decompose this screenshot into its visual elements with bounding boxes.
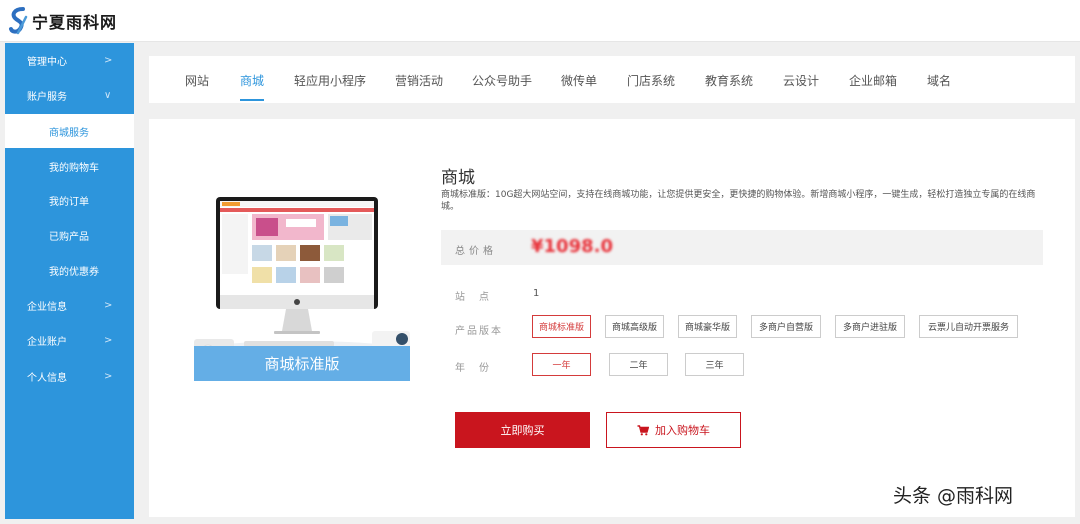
version-option-standard[interactable]: 商城标准版 <box>532 315 591 338</box>
sidebar-item-company-info[interactable]: 企业信息 > <box>5 288 134 322</box>
tab-enterprise-email[interactable]: 企业邮箱 <box>849 56 897 103</box>
sidebar-item-company-account[interactable]: 企业账户 > <box>5 323 134 357</box>
tab-website[interactable]: 网站 <box>185 56 209 103</box>
product-description: 商城标准版：10G超大网站空间，支持在线商城功能，让您提供更安全，更快捷的购物体… <box>441 190 1036 212</box>
chevron-right-icon: > <box>104 54 113 66</box>
chevron-right-icon: > <box>104 370 113 382</box>
year-option-three[interactable]: 三年 <box>685 353 744 376</box>
sidebar-item-management[interactable]: 管理中心 > <box>5 43 134 77</box>
logo-text: 宁夏雨科网 <box>32 13 118 32</box>
price-row: 总价格 ¥1098.0 <box>441 230 1043 265</box>
sites-value: 1 <box>533 288 540 299</box>
sidebar: 管理中心 > 账户服务 ∨ 商城服务 我的购物车 我的订单 已购产品 我的优惠券… <box>5 43 134 519</box>
version-option-invoice[interactable]: 云票儿自动开票服务 <box>919 315 1018 338</box>
tab-official-account[interactable]: 公众号助手 <box>472 56 532 103</box>
product-caption: 商城标准版 <box>194 346 410 381</box>
sidebar-sub-cart[interactable]: 我的购物车 <box>5 149 134 183</box>
add-to-cart-label: 加入购物车 <box>655 424 710 437</box>
add-to-cart-button[interactable]: 加入购物车 <box>606 412 741 448</box>
sidebar-item-label: 管理中心 <box>27 56 67 68</box>
sidebar-sub-purchased[interactable]: 已购产品 <box>5 218 134 252</box>
tab-domain[interactable]: 域名 <box>927 56 951 103</box>
product-tabs: 网站 商城 轻应用小程序 营销活动 公众号助手 微传单 门店系统 教育系统 云设… <box>149 56 1075 103</box>
version-option-deluxe[interactable]: 商城豪华版 <box>678 315 737 338</box>
sidebar-sub-orders[interactable]: 我的订单 <box>5 183 134 217</box>
sites-label: 站 点 <box>455 292 491 303</box>
sidebar-sub-label: 我的购物车 <box>49 162 99 174</box>
chevron-down-icon: ∨ <box>104 89 112 101</box>
version-label: 产品版本 <box>455 326 503 337</box>
version-option-multi-entry[interactable]: 多商户进驻版 <box>835 315 905 338</box>
sidebar-item-label: 个人信息 <box>27 372 67 384</box>
tab-mall[interactable]: 商城 <box>240 56 265 103</box>
sidebar-item-label: 账户服务 <box>27 91 67 103</box>
year-option-two[interactable]: 二年 <box>609 353 668 376</box>
sidebar-sub-coupons[interactable]: 我的优惠券 <box>5 253 134 287</box>
sidebar-item-account-services[interactable]: 账户服务 ∨ <box>5 78 134 112</box>
product-title: 商城 <box>441 168 475 188</box>
logo-icon <box>9 7 28 35</box>
sidebar-sub-label: 我的优惠券 <box>49 266 99 278</box>
tab-education-system[interactable]: 教育系统 <box>705 56 753 103</box>
price-value: ¥1098.0 <box>531 236 613 257</box>
cart-icon <box>637 424 649 435</box>
sidebar-sub-label: 我的订单 <box>49 196 89 208</box>
logo[interactable]: 宁夏雨科网 <box>8 6 117 36</box>
price-label: 总价格 <box>455 246 497 257</box>
buy-now-button[interactable]: 立即购买 <box>455 412 590 448</box>
tab-mini-program[interactable]: 轻应用小程序 <box>294 56 366 103</box>
sidebar-sub-label: 已购产品 <box>49 231 89 243</box>
sidebar-item-label: 企业账户 <box>27 336 67 348</box>
sidebar-item-label: 企业信息 <box>27 301 67 313</box>
sidebar-item-personal-info[interactable]: 个人信息 > <box>5 359 134 393</box>
tab-micro-flyer[interactable]: 微传单 <box>561 56 597 103</box>
buy-now-label: 立即购买 <box>500 424 545 437</box>
tab-marketing[interactable]: 营销活动 <box>395 56 443 103</box>
top-header: 宁夏雨科网 <box>0 0 1080 42</box>
tab-store-system[interactable]: 门店系统 <box>627 56 675 103</box>
tab-cloud-design[interactable]: 云设计 <box>783 56 819 103</box>
version-option-advanced[interactable]: 商城高级版 <box>605 315 664 338</box>
chevron-right-icon: > <box>104 299 113 311</box>
watermark: 头条 @雨科网 <box>893 485 1014 507</box>
years-label: 年 份 <box>455 363 491 374</box>
sidebar-sub-mall-service[interactable]: 商城服务 <box>5 114 134 148</box>
chevron-right-icon: > <box>104 334 113 346</box>
product-card: 商城标准版 商城 商城标准版：10G超大网站空间，支持在线商城功能，让您提供更安… <box>149 119 1075 517</box>
version-option-multi-self[interactable]: 多商户自营版 <box>751 315 821 338</box>
year-option-one[interactable]: 一年 <box>532 353 591 376</box>
sidebar-sub-label: 商城服务 <box>49 127 89 139</box>
